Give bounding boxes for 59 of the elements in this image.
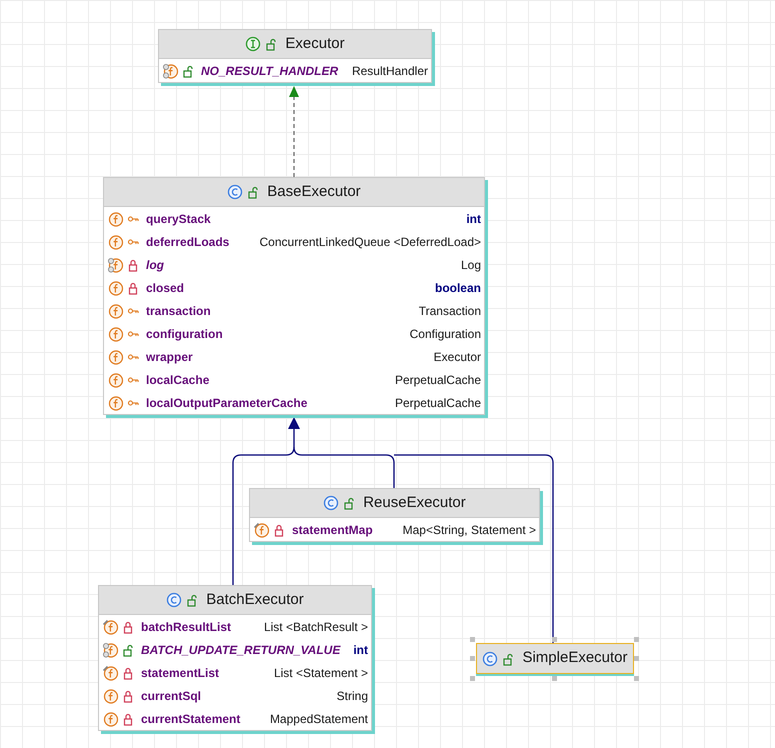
- field-type: int: [352, 642, 368, 658]
- class-name: BaseExecutor: [267, 182, 361, 202]
- class-node[interactable]: [103, 177, 485, 415]
- field-type: Map<String, Statement >: [402, 522, 536, 538]
- field-name: wrapper: [146, 348, 193, 366]
- field-type: String: [336, 688, 368, 704]
- resize-handle[interactable]: [634, 676, 639, 681]
- resize-handle[interactable]: [470, 676, 475, 681]
- field-name: configuration: [146, 326, 223, 342]
- class-name: BatchExecutor: [206, 590, 304, 610]
- field-type: ConcurrentLinkedQueue <DeferredLoad>: [258, 234, 481, 250]
- field-type: PerpetualCache: [394, 394, 481, 412]
- field-type: boolean: [434, 280, 481, 296]
- class-node[interactable]: SimpleExecutor: [476, 643, 634, 674]
- class-icon: [482, 650, 498, 666]
- class-node[interactable]: BatchExecutor batchResultList List <BatchResult > BATCH_UPDATE_RETURN_VALUE int statementList List <Statement > currentSql String currentStatement MappedStatement: [98, 585, 372, 731]
- resize-handle[interactable]: [552, 676, 557, 681]
- class-icon: [323, 495, 340, 511]
- unlocked-padlock-icon: [247, 184, 260, 200]
- class-icon: [166, 592, 182, 608]
- field-name: deferredLoads: [146, 234, 230, 250]
- field-name: BATCH_UPDATE_RETURN_VALUE: [141, 642, 340, 658]
- resize-handle[interactable]: [552, 637, 557, 642]
- class-name: SimpleExecutor: [522, 648, 628, 668]
- field-type: Executor: [432, 348, 481, 366]
- field-type: PerpetualCache: [394, 372, 481, 388]
- field-name: currentStatement: [141, 710, 240, 728]
- resize-handle[interactable]: [470, 637, 475, 642]
- unlocked-padlock-icon: [186, 592, 198, 608]
- field-name: statementList: [141, 664, 220, 682]
- field-type: List <BatchResult >: [262, 618, 368, 636]
- unlocked-padlock-icon: [265, 36, 278, 52]
- resize-handle[interactable]: [470, 656, 475, 661]
- class-icon: [227, 184, 244, 200]
- field-name: queryStack: [146, 210, 211, 228]
- class-node[interactable]: Executor NO_RESULT_HANDLER ResultHandler: [158, 29, 432, 83]
- field-name: localCache: [146, 372, 210, 388]
- field-type: MappedStatement: [268, 710, 368, 728]
- field-name: localOutputParameterCache: [146, 394, 308, 412]
- class-node[interactable]: ReuseExecutor statementMap Map<String, Statement >: [249, 488, 540, 542]
- field-name: batchResultList: [141, 618, 232, 636]
- resize-handle[interactable]: [634, 637, 639, 642]
- field-name: NO_RESULT_HANDLER: [201, 62, 338, 80]
- field-type: List <Statement >: [272, 664, 368, 682]
- resize-handle[interactable]: [634, 656, 639, 661]
- field-type: Log: [460, 256, 481, 274]
- field-name: transaction: [146, 302, 211, 320]
- class-name: ReuseExecutor: [363, 492, 466, 513]
- field-type: ResultHandler: [350, 62, 428, 80]
- field-type: Configuration: [408, 326, 481, 342]
- unlocked-padlock-icon: [343, 495, 356, 511]
- interface-icon: [245, 36, 262, 52]
- class-name: Executor: [285, 34, 345, 54]
- field-name: closed: [146, 280, 184, 296]
- field-name: currentSql: [141, 688, 202, 704]
- field-type: Transaction: [418, 302, 481, 320]
- field-name: log: [146, 256, 164, 274]
- field-type: int: [465, 210, 481, 228]
- field-name: statementMap: [292, 522, 373, 538]
